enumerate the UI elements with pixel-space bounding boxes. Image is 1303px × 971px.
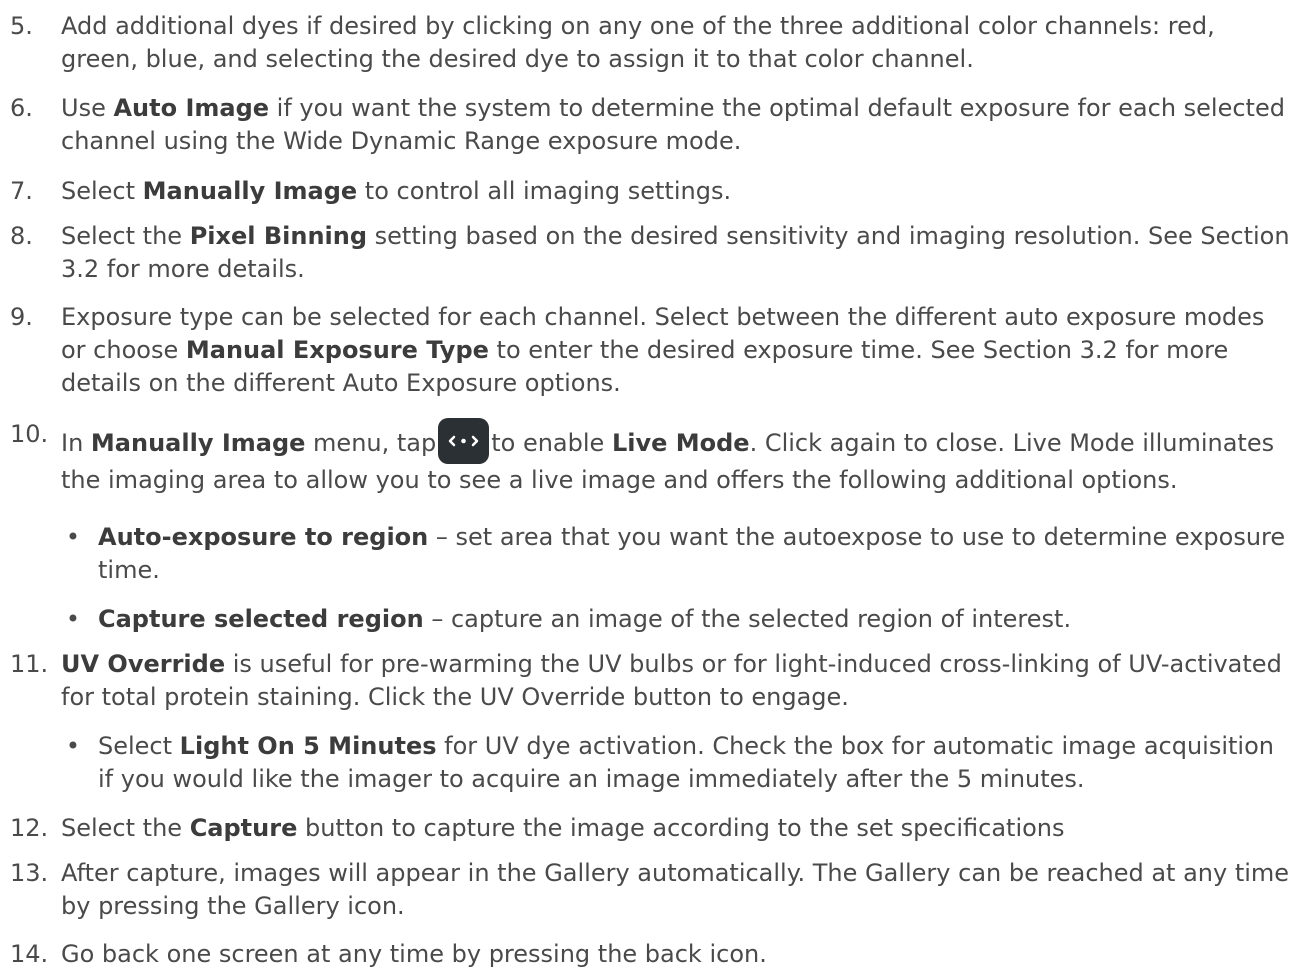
list-item-11: 11. UV Override is useful for pre-warmin…	[0, 648, 1293, 714]
item-number: 14.	[10, 940, 49, 968]
item-number: 6.	[10, 94, 33, 122]
sub-item-capture-region: • Capture selected region – capture an i…	[0, 603, 1293, 636]
item-text: After capture, images will appear in the…	[61, 859, 1290, 920]
sub-item-text: Select Light On 5 Minutes for UV dye act…	[98, 732, 1274, 793]
list-item-14: 14. Go back one screen at any time by pr…	[0, 938, 1293, 971]
item-number: 9.	[10, 303, 33, 331]
sub-item-light-on: • Select Light On 5 Minutes for UV dye a…	[0, 730, 1293, 796]
sub-item-text: Capture selected region – capture an ima…	[98, 605, 1072, 633]
list-item-6: 6. Use Auto Image if you want the system…	[0, 92, 1293, 158]
ui-term-live-mode: Live Mode	[611, 429, 750, 457]
list-item-8: 8. Select the Pixel Binning setting base…	[0, 220, 1293, 286]
item-text: Select the Capture button to capture the…	[61, 814, 1065, 842]
list-item-10: 10. In Manually Image menu, tap to enable…	[0, 418, 1293, 497]
item-text: Select the Pixel Binning setting based o…	[61, 222, 1290, 283]
item-number: 12.	[10, 814, 49, 842]
list-item-13: 13. After capture, images will appear in…	[0, 857, 1293, 923]
item-text: Go back one screen at any time by pressi…	[61, 940, 767, 968]
bullet: •	[65, 523, 81, 551]
list-item-7: 7. Select Manually Image to control all …	[0, 175, 1293, 208]
ui-term-uv-override: UV Override	[61, 650, 226, 678]
ui-term-manually-image: Manually Image	[142, 177, 358, 205]
item-text: Add additional dyes if desired by clicki…	[61, 12, 1215, 73]
item-text: UV Override is useful for pre-warming th…	[61, 650, 1282, 711]
item-number: 5.	[10, 12, 33, 40]
ui-term-manually-image: Manually Image	[90, 429, 306, 457]
ui-term-auto-image: Auto Image	[113, 94, 270, 122]
live-mode-icon	[438, 418, 490, 464]
item-number: 10.	[10, 420, 49, 448]
item-number: 13.	[10, 859, 49, 887]
item-number: 11.	[10, 650, 49, 678]
bullet: •	[65, 732, 81, 760]
item-number: 8.	[10, 222, 33, 250]
item-text: In Manually Image menu, tap to enable Liv…	[61, 418, 1293, 497]
sub-item-auto-exposure: • Auto-exposure to region – set area tha…	[0, 521, 1293, 587]
list-item-5: 5. Add additional dyes if desired by cli…	[0, 10, 1293, 76]
sub-item-text: Auto-exposure to region – set area that …	[98, 523, 1286, 584]
ui-term-manual-exposure-type: Manual Exposure Type	[185, 336, 489, 364]
item-text: Select Manually Image to control all ima…	[61, 177, 732, 205]
ui-term-pixel-binning: Pixel Binning	[189, 222, 368, 250]
list-item-12: 12. Select the Capture button to capture…	[0, 812, 1293, 845]
item-text: Exposure type can be selected for each c…	[61, 303, 1265, 397]
bullet: •	[65, 605, 81, 633]
item-text: Use Auto Image if you want the system to…	[61, 94, 1285, 155]
ui-term-capture: Capture	[189, 814, 298, 842]
item-number: 7.	[10, 177, 33, 205]
list-item-9: 9. Exposure type can be selected for eac…	[0, 301, 1293, 400]
